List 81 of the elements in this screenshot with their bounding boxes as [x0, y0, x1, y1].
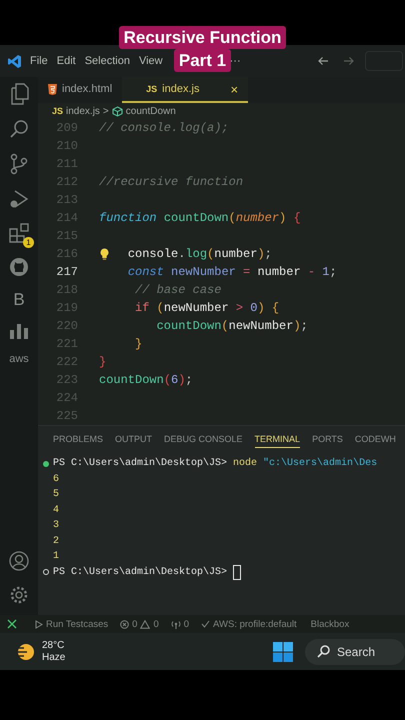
forward-arrow-icon[interactable] — [343, 56, 355, 66]
run-testcases[interactable]: Run Testcases — [46, 618, 108, 630]
panel-tab[interactable]: PORTS — [312, 430, 343, 448]
panel-tab[interactable]: DEBUG CONSOLE — [164, 430, 243, 448]
terminal-output: 5 — [53, 488, 60, 502]
caption-text: Recursive Function — [118, 26, 286, 49]
terminal-output: 4 — [53, 504, 60, 518]
menu-item[interactable]: View — [138, 54, 163, 68]
notification-badge: 1 — [23, 237, 34, 248]
terminal-prompt: PS C:\Users\admin\Desktop\JS> — [53, 456, 228, 471]
html-file-icon — [48, 84, 57, 94]
ports-count[interactable]: 0 — [184, 618, 190, 630]
terminal-output: 3 — [53, 519, 60, 533]
temperature[interactable]: 28°C — [42, 640, 66, 652]
terminal-output: 2 — [53, 534, 60, 548]
code-line: // console.log(a); — [99, 120, 229, 137]
caption-text: Part 1 — [174, 49, 232, 72]
code-line: } — [99, 354, 106, 371]
code-line: const newNumber = number - 1; — [128, 264, 337, 281]
terminal-output: 1 — [53, 550, 60, 564]
js-file-label: JS — [52, 106, 64, 116]
weather-condition[interactable]: Haze — [42, 652, 66, 664]
panel-tab[interactable]: OUTPUT — [115, 430, 152, 448]
tab-label: index.html — [62, 83, 112, 95]
terminal-output: 6 — [53, 472, 60, 486]
taskbar-search[interactable]: Search — [304, 638, 405, 664]
terminal-command: node — [232, 456, 258, 471]
vscode-logo-icon — [7, 54, 22, 68]
terminal-prompt: PS C:\Users\admin\Desktop\JS> — [53, 566, 228, 580]
code-line: } — [135, 336, 142, 353]
aws-profile[interactable]: AWS: profile:default — [213, 618, 297, 630]
play-icon — [35, 620, 43, 628]
menu-item[interactable]: Selection — [84, 54, 130, 68]
github-icon[interactable] — [9, 257, 29, 277]
extensions-icon[interactable] — [9, 223, 29, 243]
code-line: // base case — [135, 282, 222, 299]
code-line: countDown(newNumber); — [156, 318, 308, 335]
terminal-argument: "c:\Users\admin\Des — [262, 456, 378, 471]
back-arrow-icon[interactable] — [317, 56, 329, 66]
code-line: if (newNumber > 0) { — [135, 300, 280, 317]
account-icon[interactable] — [9, 551, 29, 571]
code-line: //recursive function — [99, 174, 244, 191]
breadcrumb-separator: > — [102, 106, 109, 116]
windows-start-icon[interactable] — [272, 642, 293, 662]
breadcrumb-item[interactable]: countDown — [126, 106, 176, 116]
code-line: countDown(6); — [99, 372, 193, 389]
warning-count[interactable]: 0 — [153, 618, 159, 630]
blackbox-item[interactable]: Blackbox — [310, 618, 350, 630]
source-control-icon[interactable] — [10, 153, 28, 175]
warning-icon — [140, 620, 150, 628]
search-icon — [316, 645, 330, 658]
run-debug-icon[interactable] — [9, 189, 29, 209]
error-icon — [120, 620, 130, 628]
broadcast-icon — [170, 620, 181, 628]
breadcrumb-item[interactable]: index.js — [66, 106, 100, 116]
search-icon[interactable] — [9, 119, 29, 139]
code-line: console.log(number); — [128, 246, 272, 263]
code-line: function countDown(number) { — [99, 210, 301, 227]
menu-item[interactable]: Edit — [56, 54, 76, 68]
line-number: 217 — [55, 264, 78, 281]
menu-item[interactable]: File — [30, 54, 48, 68]
symbol-cube-icon — [112, 106, 123, 116]
lightbulb-icon[interactable] — [100, 248, 109, 260]
bar-chart-icon[interactable] — [9, 323, 29, 339]
panel-tab[interactable]: CODEWH — [354, 430, 396, 448]
files-icon[interactable] — [9, 83, 29, 105]
error-count[interactable]: 0 — [132, 618, 138, 630]
tab-label: index.js — [162, 83, 200, 95]
close-icon[interactable]: × — [230, 82, 238, 96]
more-menu[interactable]: ··· — [230, 54, 241, 68]
aws-icon[interactable]: aws — [9, 353, 29, 365]
remote-icon[interactable] — [7, 619, 17, 629]
panel-tab[interactable]: TERMINAL — [254, 430, 300, 448]
terminal-cursor — [233, 564, 242, 580]
b-letter-icon[interactable]: B — [13, 291, 25, 309]
panel-tab[interactable]: PROBLEMS — [53, 430, 104, 448]
js-file-label: JS — [146, 84, 158, 94]
settings-icon[interactable] — [9, 585, 29, 605]
check-icon — [201, 620, 210, 628]
editor-tab[interactable]: JS index.js × — [122, 77, 248, 103]
editor-tab[interactable]: index.html — [38, 77, 122, 103]
